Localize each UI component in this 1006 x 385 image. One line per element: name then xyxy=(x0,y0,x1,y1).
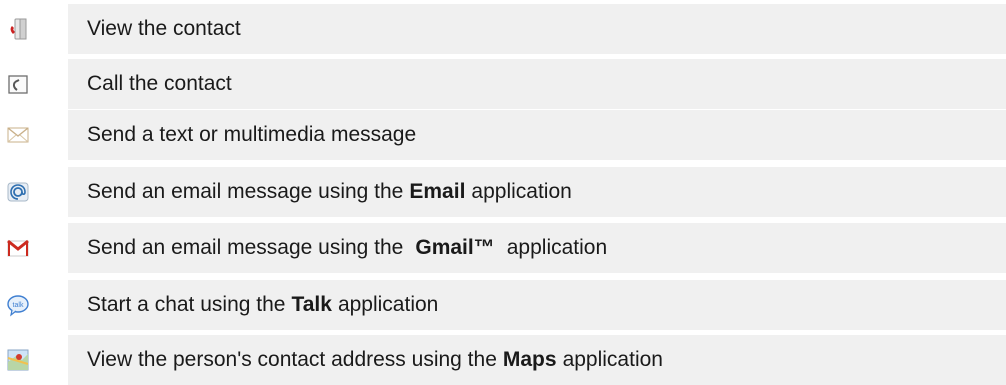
table-row: Call the contact xyxy=(0,59,1006,109)
contact-card-icon xyxy=(10,18,27,40)
row-text: Send an email message using the Gmail™ a… xyxy=(68,223,1006,273)
table-row: View the contact xyxy=(0,4,1006,54)
row-text: Send a text or multimedia message xyxy=(68,110,1006,160)
contact-actions-table: View the contact Call the contact Send a… xyxy=(0,0,1006,385)
row-text: Call the contact xyxy=(68,59,1006,109)
svg-text:talk: talk xyxy=(13,302,24,309)
table-row: talk Start a chat using the Talk applica… xyxy=(0,280,1006,330)
phone-call-icon xyxy=(8,75,28,94)
table-row: Send an email message using the Gmail™ a… xyxy=(0,223,1006,273)
table-row: Send a text or multimedia message xyxy=(0,110,1006,160)
app-name: Maps xyxy=(502,348,557,371)
talk-icon: talk xyxy=(7,295,29,317)
envelope-icon xyxy=(7,127,29,143)
gmail-icon xyxy=(7,239,29,257)
app-name: Gmail™ xyxy=(415,236,495,259)
app-name: Talk xyxy=(291,293,332,316)
maps-icon xyxy=(7,349,29,371)
row-text: View the person's contact address using … xyxy=(68,335,1006,385)
row-text: Send an email message using the Email ap… xyxy=(68,167,1006,217)
email-at-icon xyxy=(7,182,29,202)
app-name: Email xyxy=(409,180,466,203)
row-text: Start a chat using the Talk application xyxy=(68,280,1006,330)
table-row: Send an email message using the Email ap… xyxy=(0,167,1006,217)
table-row: View the person's contact address using … xyxy=(0,335,1006,385)
row-text: View the contact xyxy=(68,4,1006,54)
